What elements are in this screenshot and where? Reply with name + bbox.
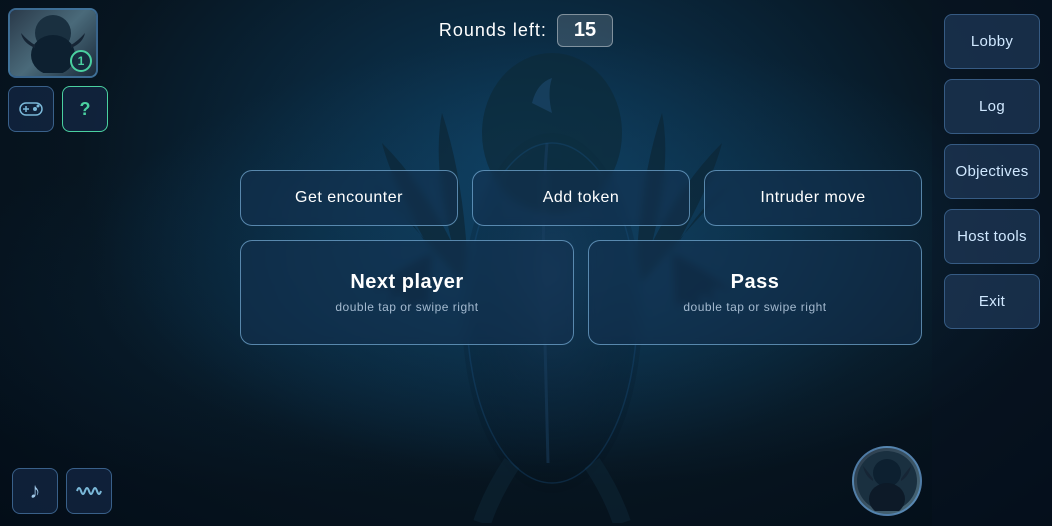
rounds-label: Rounds left: bbox=[439, 20, 547, 41]
top-header: Rounds left: 15 bbox=[0, 0, 1052, 60]
audio-button[interactable] bbox=[66, 468, 112, 514]
rounds-value: 15 bbox=[557, 14, 613, 47]
intruder-move-button[interactable]: Intruder move bbox=[704, 170, 922, 226]
get-encounter-button[interactable]: Get encounter bbox=[240, 170, 458, 226]
next-player-button[interactable]: Next player double tap or swipe right bbox=[240, 240, 574, 345]
bottom-right-panel bbox=[852, 446, 922, 516]
music-icon: ♪ bbox=[30, 478, 41, 504]
help-button[interactable]: ? bbox=[62, 86, 108, 132]
button-row-1: Get encounter Add token Intruder move bbox=[240, 170, 922, 226]
add-token-button[interactable]: Add token bbox=[472, 170, 690, 226]
player-avatar: 1 bbox=[8, 8, 98, 78]
bottom-avatar bbox=[852, 446, 922, 516]
right-sidebar: Lobby Log Objectives Host tools Exit bbox=[932, 0, 1052, 526]
rounds-container: Rounds left: 15 bbox=[439, 14, 613, 47]
gamepad-button[interactable] bbox=[8, 86, 54, 132]
next-player-subtitle: double tap or swipe right bbox=[335, 300, 478, 314]
pass-title: Pass bbox=[731, 271, 780, 294]
help-icon: ? bbox=[80, 99, 91, 120]
icon-row: ? bbox=[8, 86, 108, 132]
music-button[interactable]: ♪ bbox=[12, 468, 58, 514]
bottom-left-panel: ♪ bbox=[12, 468, 112, 514]
lobby-button[interactable]: Lobby bbox=[944, 14, 1040, 69]
exit-button[interactable]: Exit bbox=[944, 274, 1040, 329]
objectives-button[interactable]: Objectives bbox=[944, 144, 1040, 199]
button-row-2: Next player double tap or swipe right Pa… bbox=[240, 240, 922, 345]
player-number: 1 bbox=[70, 50, 92, 72]
host-tools-button[interactable]: Host tools bbox=[944, 209, 1040, 264]
pass-subtitle: double tap or swipe right bbox=[683, 300, 826, 314]
pass-button[interactable]: Pass double tap or swipe right bbox=[588, 240, 922, 345]
next-player-title: Next player bbox=[350, 271, 463, 294]
top-left-panel: 1 ? bbox=[8, 8, 108, 132]
main-buttons-panel: Get encounter Add token Intruder move Ne… bbox=[240, 170, 922, 345]
log-button[interactable]: Log bbox=[944, 79, 1040, 134]
